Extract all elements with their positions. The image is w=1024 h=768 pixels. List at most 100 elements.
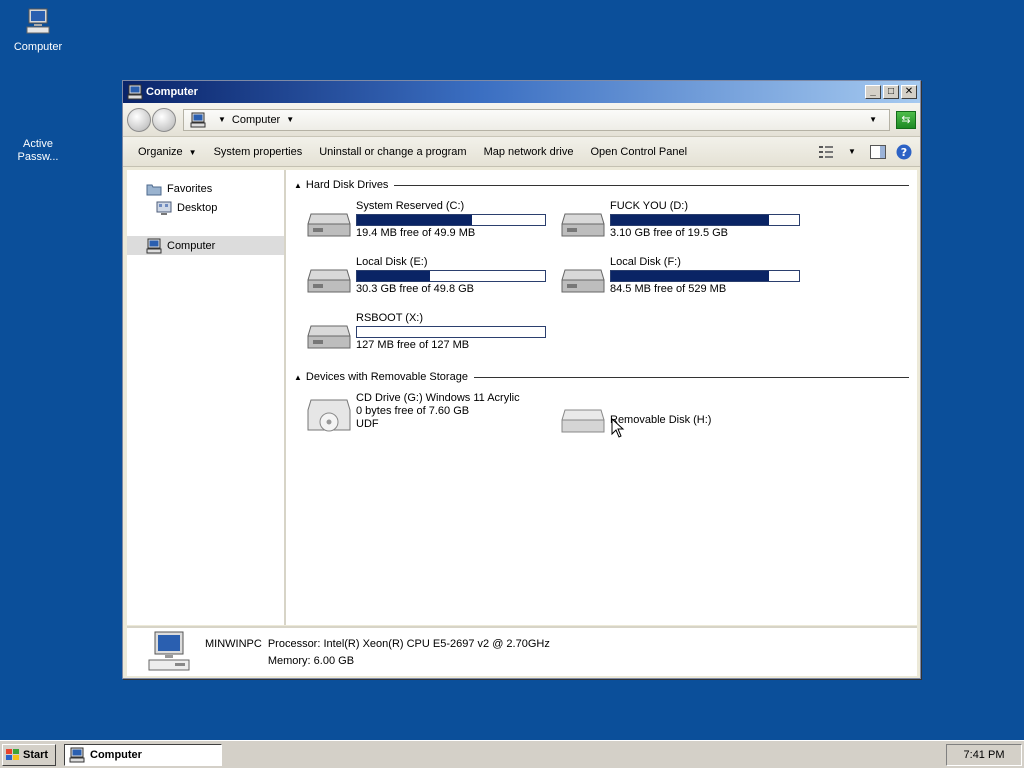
processor-row: Processor: Intel(R) Xeon(R) CPU E5-2697 … bbox=[268, 638, 550, 650]
computer-icon bbox=[190, 112, 206, 127]
drive-tile-f[interactable]: Local Disk (F:) 84.5 MB free of 529 MB bbox=[548, 256, 802, 312]
computer-icon bbox=[26, 8, 50, 34]
drive-tile-h[interactable]: Removable Disk (H:) bbox=[548, 392, 802, 448]
maximize-button[interactable]: □ bbox=[883, 85, 899, 99]
open-control-panel-button[interactable]: Open Control Panel bbox=[590, 146, 687, 158]
drive-usage-bar bbox=[356, 270, 546, 282]
view-dropdown-icon[interactable]: ▼ bbox=[844, 144, 860, 160]
drive-free-space: 127 MB free of 127 MB bbox=[356, 339, 470, 351]
folder-star-icon bbox=[146, 184, 162, 195]
collapse-triangle-icon: ▲ bbox=[294, 180, 302, 190]
back-button[interactable] bbox=[127, 107, 151, 132]
main-panes: Favorites Desktop Computer ▲ Hard Disk D… bbox=[127, 170, 917, 625]
nav-item-label: Favorites bbox=[167, 182, 213, 195]
drive-name: Removable Disk (H:) bbox=[610, 413, 712, 426]
drive-tile-d[interactable]: FUCK YOU (D:) 3.10 GB free of 19.5 GB bbox=[548, 200, 802, 256]
organize-label: Organize bbox=[138, 145, 183, 158]
drive-usage-bar bbox=[610, 270, 800, 282]
system-details: MINWINPC Processor: Intel(R) Xeon(R) CPU… bbox=[205, 638, 550, 667]
help-icon[interactable]: ? bbox=[896, 144, 912, 160]
drive-name: Local Disk (E:) bbox=[356, 256, 428, 268]
desktop-icon bbox=[156, 201, 172, 215]
drive-usage-bar bbox=[356, 214, 546, 226]
breadcrumb-dropdown-icon[interactable]: ▼ bbox=[286, 115, 294, 124]
nav-item-desktop[interactable]: Desktop bbox=[127, 198, 284, 217]
change-view-icon[interactable] bbox=[818, 144, 834, 160]
system-properties-button[interactable]: System properties bbox=[214, 146, 303, 158]
drive-tile-e[interactable]: Local Disk (E:) 30.3 GB free of 49.8 GB bbox=[294, 256, 548, 312]
computer-icon bbox=[127, 84, 143, 100]
drive-free-space: 19.4 MB free of 49.9 MB bbox=[356, 227, 476, 239]
memory-label: Memory: bbox=[267, 654, 311, 667]
drive-tile-x[interactable]: RSBOOT (X:) 127 MB free of 127 MB bbox=[294, 312, 548, 368]
drive-name: FUCK YOU (D:) bbox=[610, 200, 689, 212]
organize-button[interactable]: Organize ▼ bbox=[138, 146, 197, 158]
close-button[interactable]: ✕ bbox=[901, 85, 917, 99]
group-header-removable[interactable]: ▲ Devices with Removable Storage bbox=[294, 370, 909, 384]
drive-tile-c[interactable]: System Reserved (C:) 19.4 MB free of 49.… bbox=[294, 200, 548, 256]
nav-item-computer[interactable]: Computer bbox=[127, 236, 284, 255]
drive-usage-fill bbox=[611, 215, 769, 225]
refresh-icon: ⇆ bbox=[901, 114, 911, 126]
group-header-hard-disks[interactable]: ▲ Hard Disk Drives bbox=[294, 178, 909, 192]
taskbar: Start Computer 7:41 PM bbox=[0, 740, 1024, 768]
drive-free-space: 0 bytes free of 7.60 GB bbox=[356, 405, 470, 417]
start-label: Start bbox=[23, 748, 49, 761]
computer-icon bbox=[146, 238, 162, 253]
content-pane: ▲ Hard Disk Drives System Reserved (C:) … bbox=[286, 170, 917, 625]
address-field[interactable]: ▼ Computer ▼ ▼ bbox=[183, 108, 890, 131]
drive-free-space: 84.5 MB free of 529 MB bbox=[610, 283, 727, 295]
drive-usage-fill bbox=[357, 215, 472, 225]
start-button[interactable]: Start bbox=[2, 743, 56, 766]
removable-disk-icon bbox=[561, 409, 605, 433]
drive-tile-g[interactable]: CD Drive (G:) Windows 11 Acrylic 0 bytes… bbox=[294, 392, 548, 448]
clock-text: 7:41 PM bbox=[963, 748, 1005, 761]
memory-row: Memory: 6.00 GB bbox=[268, 655, 550, 667]
removable-tiles: CD Drive (G:) Windows 11 Acrylic 0 bytes… bbox=[294, 392, 909, 448]
desktop-icon-computer[interactable]: Computer bbox=[0, 6, 76, 54]
refresh-button[interactable]: ⇆ bbox=[896, 110, 916, 129]
nav-item-label: Desktop bbox=[177, 201, 218, 214]
processor-value: Intel(R) Xeon(R) CPU E5-2697 v2 @ 2.70GH… bbox=[323, 637, 550, 650]
breadcrumb-computer[interactable]: Computer bbox=[232, 114, 280, 126]
minimize-button[interactable]: _ bbox=[865, 85, 881, 99]
computer-icon bbox=[148, 631, 190, 671]
group-divider bbox=[394, 184, 909, 186]
nav-item-favorites[interactable]: Favorites bbox=[127, 179, 284, 198]
system-tray-clock[interactable]: 7:41 PM bbox=[946, 743, 1022, 766]
forward-button[interactable] bbox=[152, 107, 176, 132]
hard-drive-icon bbox=[307, 213, 351, 237]
svg-text:?: ? bbox=[901, 146, 907, 159]
maximize-icon: □ bbox=[887, 86, 895, 97]
hard-disk-tiles: System Reserved (C:) 19.4 MB free of 49.… bbox=[294, 200, 909, 368]
address-bar: ▼ Computer ▼ ▼ ⇆ bbox=[123, 103, 920, 137]
cd-drive-icon bbox=[307, 399, 351, 432]
drive-free-space: 30.3 GB free of 49.8 GB bbox=[356, 283, 475, 295]
taskbar-item-computer[interactable]: Computer bbox=[64, 743, 222, 766]
memory-value: 6.00 GB bbox=[313, 654, 355, 667]
map-network-drive-button[interactable]: Map network drive bbox=[484, 146, 574, 158]
address-history-dropdown-icon[interactable]: ▼ bbox=[869, 115, 877, 124]
drive-name: RSBOOT (X:) bbox=[356, 312, 424, 324]
drive-name: CD Drive (G:) Windows 11 Acrylic bbox=[356, 392, 520, 404]
title-bar[interactable]: Computer _ □ ✕ bbox=[123, 81, 920, 103]
group-header-label: Hard Disk Drives bbox=[305, 179, 389, 191]
uninstall-program-button[interactable]: Uninstall or change a program bbox=[319, 146, 466, 158]
desktop-icon-active-password[interactable]: Active Passw... bbox=[0, 125, 76, 164]
processor-label: Processor: bbox=[267, 637, 321, 650]
desktop-icon-label: Computer bbox=[13, 41, 63, 53]
hard-drive-icon bbox=[307, 325, 351, 349]
drive-usage-bar bbox=[356, 326, 546, 338]
collapse-triangle-icon: ▲ bbox=[294, 372, 302, 382]
computer-icon bbox=[69, 747, 85, 762]
hard-drive-icon bbox=[307, 269, 351, 293]
drive-free-space: 3.10 GB free of 19.5 GB bbox=[610, 227, 729, 239]
window-title: Computer bbox=[146, 86, 198, 98]
breadcrumb-arrow-icon[interactable]: ▼ bbox=[218, 115, 226, 124]
drive-name: System Reserved (C:) bbox=[356, 200, 465, 212]
command-bar: Organize ▼ System properties Uninstall or… bbox=[123, 137, 920, 167]
minimize-icon: _ bbox=[870, 86, 876, 97]
details-pane: MINWINPC Processor: Intel(R) Xeon(R) CPU… bbox=[127, 626, 917, 676]
preview-pane-icon[interactable] bbox=[870, 144, 886, 160]
mouse-cursor-icon bbox=[611, 418, 625, 438]
